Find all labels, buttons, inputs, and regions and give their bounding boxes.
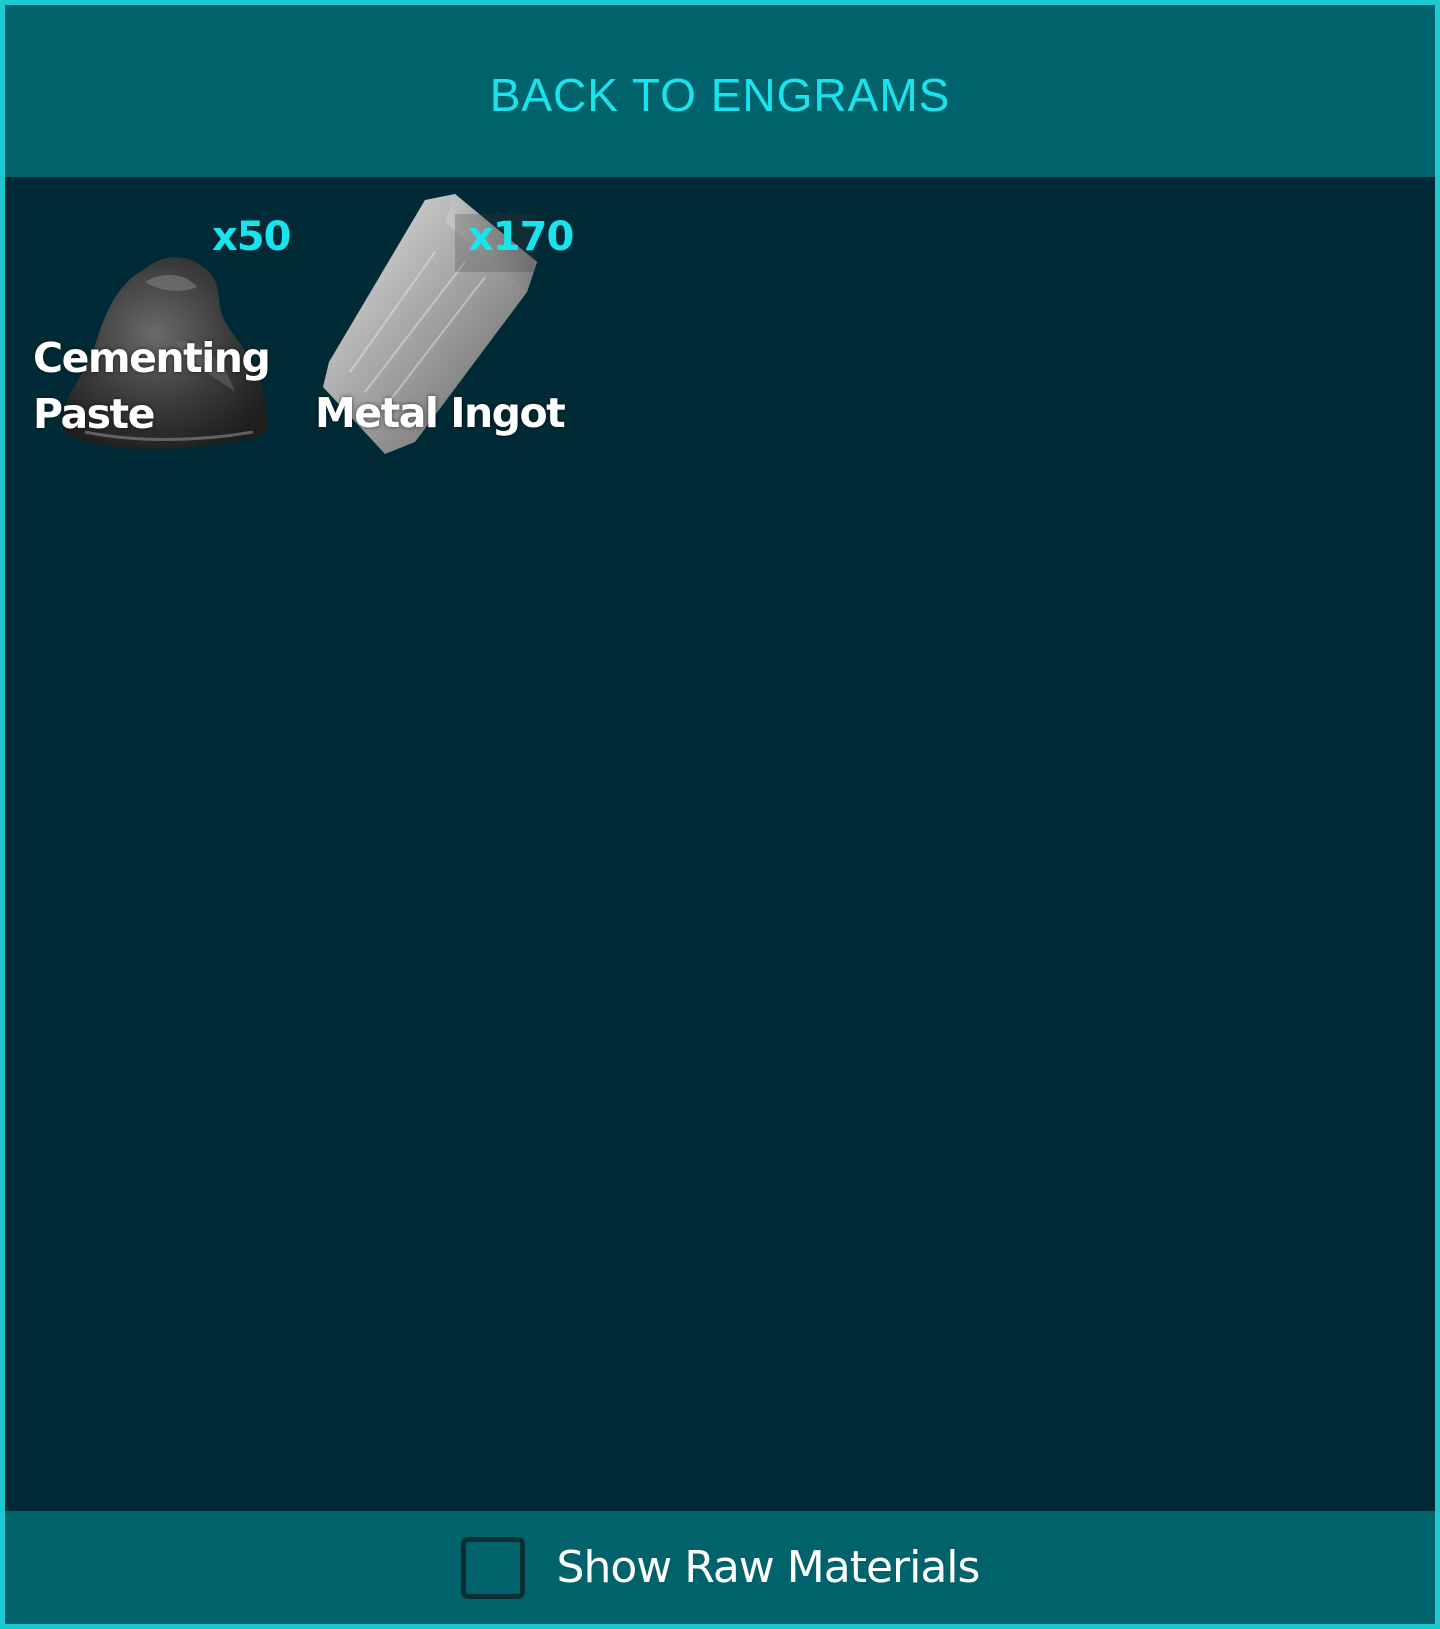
- header-bar: BACK TO ENGRAMS: [5, 5, 1435, 177]
- ingredient-item-metal-ingot[interactable]: x170 Metal Ingot: [305, 192, 575, 462]
- item-name-line-1: Metal Ingot: [315, 389, 566, 437]
- recipe-panel: BACK TO ENGRAMS x50 Cementing Paste x170…: [0, 0, 1440, 1629]
- ingredient-grid: x50 Cementing Paste x170 Metal Ingot: [5, 177, 1435, 1511]
- item-name: Metal Ingot: [315, 385, 566, 441]
- ingredient-item-cementing-paste[interactable]: x50 Cementing Paste: [25, 192, 295, 462]
- item-quantity: x170: [468, 214, 574, 260]
- show-raw-materials-checkbox[interactable]: [460, 1536, 525, 1599]
- back-to-engrams-button[interactable]: BACK TO ENGRAMS: [490, 68, 951, 122]
- footer-bar: Show Raw Materials: [5, 1511, 1435, 1624]
- item-quantity: x50: [212, 214, 291, 260]
- show-raw-materials-label[interactable]: Show Raw Materials: [557, 1542, 981, 1593]
- item-name-line-2: Paste: [33, 390, 155, 438]
- item-name: Cementing Paste: [33, 330, 271, 442]
- item-name-line-1: Cementing: [33, 334, 271, 382]
